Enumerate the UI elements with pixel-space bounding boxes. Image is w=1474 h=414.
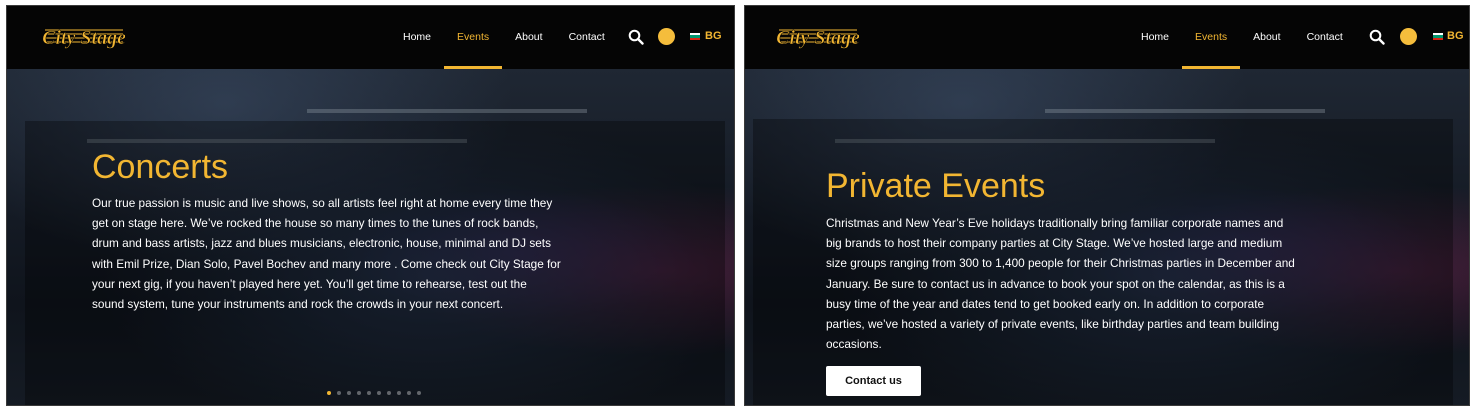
stage-truss: [1045, 109, 1325, 113]
hero-title: Private Events: [826, 167, 1046, 205]
nav-item-contact[interactable]: Contact: [1307, 6, 1343, 69]
nav-item-events[interactable]: Events: [1181, 6, 1241, 69]
slider-dot[interactable]: [357, 391, 361, 395]
slider-dot[interactable]: [377, 391, 381, 395]
top-navigation-bar: City Stage Home Events About Contact BG: [745, 6, 1469, 69]
nav-item-about[interactable]: About: [1253, 6, 1280, 69]
city-stage-logo[interactable]: City Stage: [43, 16, 125, 56]
nav-item-home[interactable]: Home: [403, 6, 431, 69]
slider-dot[interactable]: [347, 391, 351, 395]
nav-item-about[interactable]: About: [515, 6, 542, 69]
page-screenshot-concerts: Concerts Our true passion is music and l…: [6, 5, 735, 406]
city-stage-logo[interactable]: City Stage: [777, 16, 859, 56]
search-icon[interactable]: [1369, 29, 1385, 45]
svg-text:City Stage: City Stage: [777, 27, 859, 49]
search-icon[interactable]: [628, 29, 644, 45]
slider-dot[interactable]: [337, 391, 341, 395]
hero-description: Our true passion is music and live shows…: [92, 196, 561, 312]
nav-item-contact[interactable]: Contact: [569, 6, 605, 69]
bulgarian-flag-icon[interactable]: [1433, 33, 1443, 40]
slider-dot-active[interactable]: [327, 391, 331, 395]
stage-truss: [307, 109, 587, 113]
svg-text:City Stage: City Stage: [43, 27, 125, 49]
top-navigation-bar: City Stage Home Events About Contact BG: [7, 6, 734, 69]
theme-toggle-icon[interactable]: [658, 28, 675, 45]
nav-item-home[interactable]: Home: [1141, 6, 1169, 69]
hero-background: Concerts Our true passion is music and l…: [7, 69, 734, 405]
bulgarian-flag-icon[interactable]: [690, 33, 700, 40]
hero-background: Private Events Christmas and New Year’s …: [745, 69, 1469, 405]
contact-us-button[interactable]: Contact us: [826, 366, 921, 396]
main-navigation: Home Events About Contact: [1141, 6, 1369, 69]
hero-description: Christmas and New Year’s Eve holidays tr…: [826, 216, 1295, 352]
main-navigation: Home Events About Contact: [403, 6, 631, 69]
slider-dot[interactable]: [407, 391, 411, 395]
language-switcher[interactable]: BG: [705, 30, 722, 42]
slider-dot[interactable]: [417, 391, 421, 395]
hero-title: Concerts: [92, 148, 229, 186]
nav-item-events[interactable]: Events: [443, 6, 503, 69]
slider-dot[interactable]: [387, 391, 391, 395]
slider-dot[interactable]: [397, 391, 401, 395]
theme-toggle-icon[interactable]: [1400, 28, 1417, 45]
slider-dot[interactable]: [367, 391, 371, 395]
page-screenshot-private-events: Private Events Christmas and New Year’s …: [744, 5, 1470, 406]
slider-pagination: [327, 391, 421, 395]
language-switcher[interactable]: BG: [1447, 30, 1464, 42]
